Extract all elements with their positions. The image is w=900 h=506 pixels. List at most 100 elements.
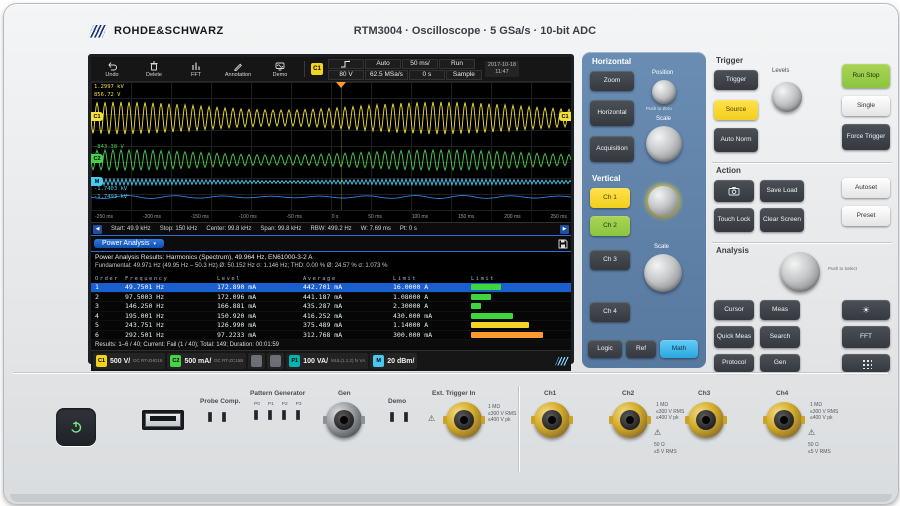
trigger-button[interactable]: Trigger [714, 70, 758, 90]
save-load-button[interactable]: Save Load [760, 180, 804, 202]
single-button[interactable]: Single [842, 96, 890, 116]
preset-button[interactable]: Preset [842, 206, 890, 226]
power-analysis-tab[interactable]: Power Analysis ▾ [94, 239, 164, 248]
screenshot-button[interactable] [714, 180, 754, 202]
push-to-select-label: Push to Select [828, 266, 864, 271]
quick-meas-button[interactable]: Quick Meas [714, 326, 754, 348]
demo-button[interactable]: Demo [259, 58, 301, 80]
wf-value-label: -1.7493 kV [94, 194, 127, 200]
autoset-button[interactable]: Autoset [842, 178, 890, 198]
limit-bar [471, 332, 543, 338]
ch34-spec-50ohm: 50 Ω≤5 V RMS [808, 442, 831, 455]
front-groove [14, 372, 888, 373]
fft-panel-button[interactable]: FFT [842, 326, 890, 348]
scroll-right-icon[interactable]: ▶ [560, 225, 569, 234]
acquisition-button[interactable]: Acqui­sition [590, 136, 634, 162]
horizontal-position-knob[interactable] [652, 80, 676, 104]
channel-box-c4[interactable]: C4 [267, 353, 284, 369]
touch-lock-button[interactable]: Touch Lock [714, 208, 754, 232]
ch3-button[interactable]: Ch 3 [590, 250, 630, 270]
save-icon[interactable] [558, 239, 568, 249]
table-row[interactable]: 297.5003 Hz172.096 mA441.187 mA1.08000 A [91, 293, 571, 303]
channel-marker-math[interactable]: M [91, 177, 103, 186]
screen[interactable]: Undo Delete FFT Annotation Demo C1 [88, 54, 574, 364]
wf-value-label: 1.2997 kV [94, 84, 124, 90]
demo-label: Demo [388, 398, 406, 405]
probe-comp-ground-pin [208, 412, 212, 422]
vertical-position-knob[interactable] [648, 186, 678, 216]
trigger-position-marker[interactable] [336, 82, 346, 88]
ch4-button[interactable]: Ch 4 [590, 302, 630, 322]
waveform-area[interactable]: 1.2997 kV 856.72 V -843.38 V -1.7403 kV … [91, 82, 571, 222]
meas-button[interactable]: Meas [760, 300, 800, 320]
horizontal-scale-knob[interactable] [646, 126, 682, 162]
math-button[interactable]: Math [660, 340, 698, 358]
undo-button[interactable]: Undo [91, 58, 133, 80]
warning-icon: ⚠ [654, 428, 661, 437]
scroll-left-icon[interactable]: ◀ [93, 225, 102, 234]
run-state-cell[interactable]: Run [439, 59, 475, 69]
spectrum-start: Start: 49.9 kHz [111, 226, 151, 232]
analysis-tab-row: Power Analysis ▾ [91, 235, 571, 252]
channel-marker-c2[interactable]: C2 [91, 154, 103, 163]
sample-rate-cell[interactable]: 62.5 MSa/s [365, 70, 408, 80]
acquisition-mode-cell[interactable]: Sample [446, 70, 482, 80]
power-meas-box[interactable]: P1 100 VA/ MUL(1,1,2) fs VA [286, 353, 368, 369]
date-text: 2017-10-18 [488, 62, 516, 69]
cursor-button[interactable]: Cursor [714, 300, 754, 320]
trigger-slope-cell[interactable] [328, 59, 364, 69]
run-stop-button[interactable]: Run Stop [842, 64, 890, 88]
table-row[interactable]: 4195.001 Hz150.920 mA416.252 mA430.000 m… [91, 312, 571, 322]
screen-toolbar: Undo Delete FFT Annotation Demo C1 [91, 57, 571, 82]
trigger-level-cell[interactable]: 80 V [328, 70, 364, 80]
zoom-button[interactable]: Zoom [590, 71, 634, 91]
analysis-section-title: Analysis [716, 246, 749, 255]
delete-button[interactable]: Delete [133, 58, 175, 80]
apps-button[interactable] [842, 354, 890, 372]
annotation-button[interactable]: Annotation [217, 58, 259, 80]
auto-norm-button[interactable]: Auto Norm [714, 128, 758, 152]
ext-trigger-spec: 1 MΩ≤300 V RMS≤400 V pk [488, 404, 516, 424]
search-button[interactable]: Search [760, 326, 800, 348]
trigger-source-button[interactable]: Source [714, 100, 758, 120]
math-box[interactable]: M 20 dBm/ [370, 353, 417, 369]
horizontal-button[interactable]: Hori­zontal [590, 100, 634, 126]
ch3-label: Ch3 [698, 390, 710, 397]
table-row[interactable]: 6292.501 Hz97.2233 mA312.768 mA300.000 m… [91, 331, 571, 341]
trigger-level-knob[interactable] [772, 82, 802, 112]
results-title: Power Analysis Results: Harmonics (Spect… [95, 253, 567, 262]
channel-box-c2[interactable]: C2 500 mA/ DC RT-ZC15B [167, 353, 246, 369]
channel-marker-c1[interactable]: C1 [91, 112, 103, 121]
channel-box-c3[interactable]: C3 [248, 353, 265, 369]
results-header: Power Analysis Results: Harmonics (Spect… [91, 252, 571, 274]
spectrum-pt: Pt: 0 s [400, 226, 417, 232]
power-button[interactable] [56, 408, 96, 446]
table-row[interactable]: 3146.250 Hz166.881 mA435.287 mA2.30000 A [91, 302, 571, 312]
navigation-knob[interactable] [780, 252, 820, 292]
ch2-button[interactable]: Ch 2 [590, 216, 630, 236]
spectrum-rbw: RBW: 499.2 Hz [310, 226, 351, 232]
ref-button[interactable]: Ref [626, 340, 656, 358]
camera-icon [728, 186, 740, 196]
protocol-button[interactable]: Protocol [714, 354, 754, 372]
table-row[interactable]: 5243.751 Hz126.990 mA375.489 mA1.14000 A [91, 321, 571, 331]
clear-screen-button[interactable]: Clear Screen [760, 208, 804, 232]
brand-name: ROHDE&SCHWARZ [114, 25, 224, 37]
logic-button[interactable]: Logic [588, 340, 622, 358]
intensity-button[interactable]: ☀ [842, 300, 890, 320]
channel-box-c1[interactable]: C1 500 V/ DC RT-ZHD16 [93, 353, 165, 369]
ext-trigger-label: Ext. Trigger In [432, 390, 475, 397]
force-trigger-button[interactable]: Force Trigger [842, 124, 890, 150]
fft-button[interactable]: FFT [175, 58, 217, 80]
gen-button[interactable]: Gen [760, 354, 800, 372]
trigger-mode-cell[interactable]: Auto [365, 59, 401, 69]
ch1-button[interactable]: Ch 1 [590, 188, 630, 208]
horizontal-pos-cell[interactable]: 0 s [409, 70, 445, 80]
table-row[interactable]: 149.7501 Hz172.890 mA442.701 mA16.0000 A [91, 283, 571, 293]
fft-icon [191, 61, 201, 71]
active-channel-badge[interactable]: C1 [311, 63, 323, 75]
vertical-scale-knob[interactable] [644, 254, 682, 292]
pattern-pin-p1 [268, 410, 272, 420]
timebase-cell[interactable]: 50 ms/ [402, 59, 438, 69]
trigger-level-marker[interactable]: C1 [559, 112, 571, 121]
